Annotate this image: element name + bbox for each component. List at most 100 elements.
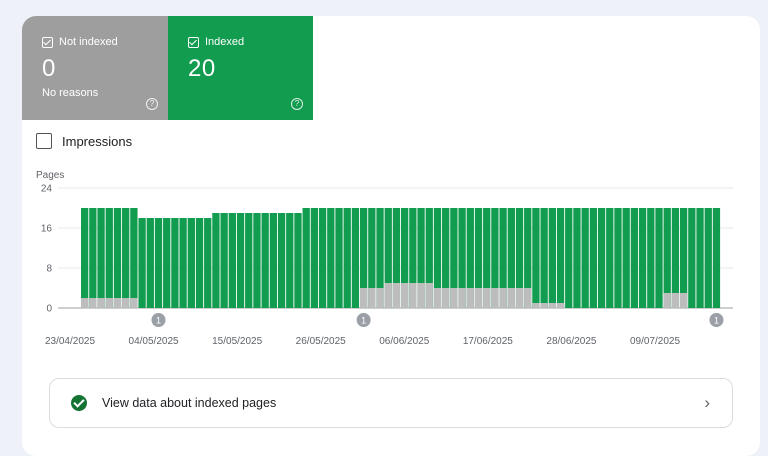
- indexed-label: Indexed: [205, 36, 245, 48]
- not-indexed-count: 0: [42, 55, 56, 82]
- indexed-bar: [245, 213, 253, 308]
- indexed-bar: [286, 213, 294, 308]
- not-indexed-bar: [384, 283, 392, 308]
- indexed-bar: [622, 208, 630, 308]
- not-indexed-bar: [409, 283, 417, 308]
- not-indexed-bar: [442, 288, 450, 308]
- indexing-chart: Pages 0 8 16 24 1 1 1 23/04/2025 04/05/2025 15/05…: [36, 170, 733, 347]
- indexed-bar: [310, 208, 319, 308]
- indexed-bar: [335, 208, 343, 308]
- y-axis-label: Pages: [36, 170, 64, 181]
- not-indexed-bar: [376, 288, 384, 308]
- indexed-bar: [606, 208, 614, 308]
- not-indexed-bar: [663, 293, 671, 308]
- not-indexed-bar: [499, 288, 507, 308]
- not-indexed-bar: [113, 298, 122, 308]
- not-indexed-bar: [401, 283, 409, 308]
- indexed-bar: [540, 208, 548, 308]
- not-indexed-bar: [548, 303, 556, 308]
- impressions-toggle[interactable]: Impressions: [36, 133, 132, 149]
- indexed-bar: [318, 208, 327, 308]
- x-tick-label: 04/05/2025: [129, 336, 179, 347]
- indexed-bar: [154, 218, 163, 308]
- not-indexed-bar: [515, 288, 524, 308]
- indexed-bar: [81, 208, 89, 308]
- checkbox-checked-icon[interactable]: [42, 36, 53, 48]
- indexed-bar: [343, 208, 351, 308]
- indexed-bar: [294, 213, 302, 308]
- checkbox-unchecked-icon[interactable]: [36, 133, 52, 149]
- chevron-right-icon: ›: [704, 393, 710, 412]
- indexed-bar: [532, 208, 540, 308]
- indexed-bar: [589, 208, 598, 308]
- not-indexed-bar: [425, 283, 433, 308]
- indexed-bar: [220, 213, 228, 308]
- y-tick-label: 0: [46, 304, 52, 315]
- indexed-bar: [195, 218, 204, 308]
- indexed-bar: [187, 218, 195, 308]
- not-indexed-bar: [458, 288, 466, 308]
- annotation-label: 1: [361, 316, 366, 326]
- indexed-bar: [655, 208, 663, 308]
- view-indexed-pages-button[interactable]: View data about indexed pages ›: [49, 378, 733, 428]
- indexed-bar: [138, 218, 146, 308]
- indexed-bar: [97, 208, 105, 308]
- indexed-bar: [548, 208, 556, 308]
- not-indexed-bar: [532, 303, 540, 308]
- x-tick-label: 28/06/2025: [546, 336, 596, 347]
- indexed-tile[interactable]: Indexed 20 ?: [168, 16, 313, 120]
- not-indexed-bar: [105, 298, 113, 308]
- not-indexed-bar: [556, 303, 565, 308]
- not-indexed-header: Not indexed: [42, 36, 168, 48]
- x-tick-label: 26/05/2025: [296, 336, 346, 347]
- indexed-header: Indexed: [188, 36, 313, 48]
- indexed-bar: [269, 213, 278, 308]
- help-icon[interactable]: ?: [291, 98, 303, 110]
- indexed-bar: [277, 213, 286, 308]
- not-indexed-subtext: No reasons: [42, 87, 99, 99]
- indexed-bar: [122, 208, 130, 308]
- not-indexed-bar: [392, 283, 401, 308]
- not-indexed-bar: [540, 303, 548, 308]
- indexed-bar: [638, 208, 647, 308]
- indexed-bar: [302, 208, 310, 308]
- not-indexed-bar: [89, 298, 97, 308]
- not-indexed-bar: [417, 283, 425, 308]
- not-indexed-bar: [81, 298, 89, 308]
- annotation-label: 1: [714, 316, 719, 326]
- indexed-bar: [614, 208, 622, 308]
- indexed-bar: [146, 218, 154, 308]
- help-icon[interactable]: ?: [146, 98, 158, 110]
- indexed-bar: [630, 208, 639, 308]
- indexed-bar: [688, 208, 696, 308]
- not-indexed-bar: [671, 293, 680, 308]
- not-indexed-bar: [466, 288, 474, 308]
- impressions-label: Impressions: [62, 133, 133, 149]
- indexed-bar: [351, 208, 360, 308]
- indexed-bar: [704, 208, 712, 308]
- indexed-bar: [89, 208, 97, 308]
- x-tick-label: 15/05/2025: [212, 336, 262, 347]
- not-indexed-tile[interactable]: Not indexed 0 No reasons ?: [22, 16, 168, 120]
- indexed-bar: [130, 208, 138, 308]
- checkbox-checked-icon[interactable]: [188, 36, 199, 48]
- not-indexed-bar: [433, 288, 442, 308]
- not-indexed-bar: [368, 288, 376, 308]
- indexed-bar: [105, 208, 113, 308]
- view-indexed-pages-label: View data about indexed pages: [102, 396, 277, 410]
- indexed-bar: [573, 208, 581, 308]
- indexed-bar: [113, 208, 122, 308]
- indexed-bar: [179, 218, 187, 308]
- y-tick-label: 16: [41, 224, 53, 235]
- not-indexed-bar: [122, 298, 130, 308]
- indexed-count: 20: [188, 55, 216, 82]
- not-indexed-bar: [97, 298, 105, 308]
- not-indexed-bar: [507, 288, 515, 308]
- indexed-bar: [565, 208, 573, 308]
- indexed-bar: [261, 213, 269, 308]
- indexed-bar: [327, 208, 335, 308]
- x-tick-label: 09/07/2025: [630, 336, 680, 347]
- indexed-bar: [647, 208, 655, 308]
- x-tick-label: 23/04/2025: [45, 336, 95, 347]
- indexed-bar: [556, 208, 565, 308]
